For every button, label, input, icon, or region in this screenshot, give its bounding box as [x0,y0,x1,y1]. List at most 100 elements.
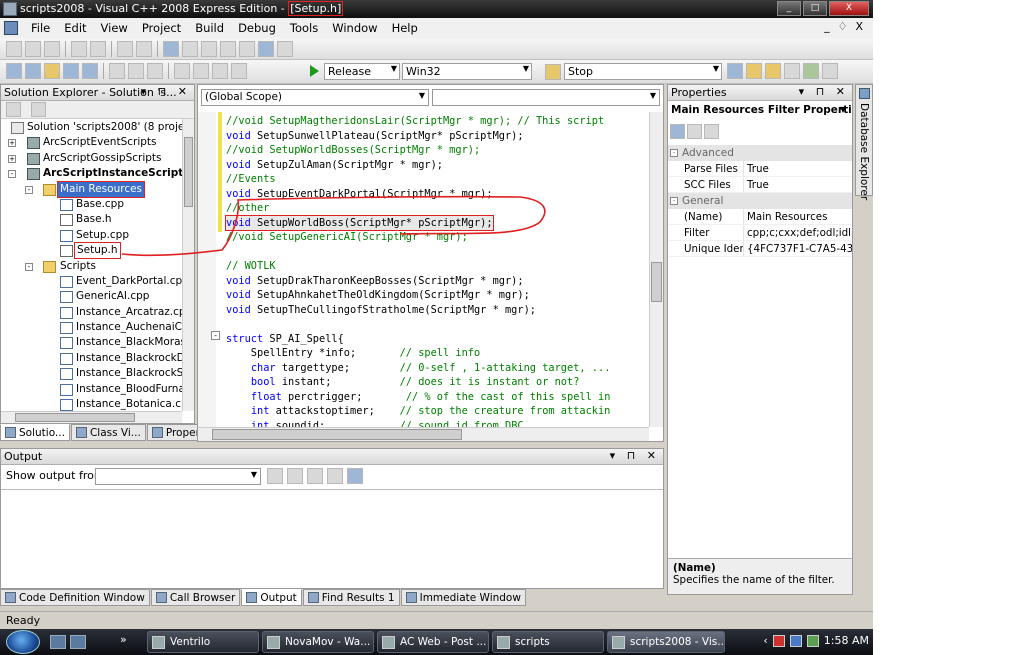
clock[interactable]: 1:58 AM [824,634,869,647]
prev-message-icon[interactable] [287,468,303,484]
tree-item-file[interactable]: Instance_Arcatraz.cpp [1,305,182,320]
properties-window-icon[interactable] [765,63,781,79]
tree-item-file[interactable]: Instance_BloodFurnace [1,382,182,397]
tree-item-file[interactable]: Instance_BlackrockDep [1,351,182,366]
property-value[interactable]: Main Resources [744,209,852,224]
property-row[interactable]: SCC Files True [668,177,852,193]
window-icon[interactable] [163,41,179,57]
bookmark-clear-icon[interactable] [258,41,274,57]
paste-icon[interactable] [147,63,163,79]
tab-solution-explorer[interactable]: Solutio... [0,424,70,441]
output-source-dropdown[interactable]: ▼ [95,468,261,485]
doc-minimize-button[interactable]: _ [824,20,830,33]
tab-code-definition[interactable]: Code Definition Window [0,589,150,606]
save-all-icon[interactable] [82,63,98,79]
scrollbar-thumb[interactable] [212,429,462,440]
code-line[interactable]: //void SetupMagtheridonsLair(ScriptMgr *… [226,114,604,129]
tree-vertical-scrollbar[interactable] [182,119,194,411]
code-line[interactable]: void SetupSunwellPlateau(ScriptMgr* pScr… [226,129,524,144]
collapse-icon[interactable]: - [211,331,220,340]
solution-configuration-combo[interactable]: Release ▼ [324,63,400,80]
antivirus-tray-icon[interactable] [772,634,785,647]
switch-windows-icon[interactable] [70,635,86,649]
comment-icon[interactable] [117,41,133,57]
scope-dropdown[interactable]: (Global Scope) ▼ [201,89,429,106]
collapse-icon[interactable]: - [25,262,33,271]
code-line[interactable]: int soundid; // sound id from DBC [226,419,524,428]
code-line[interactable]: void SetupAhnkahetTheOldKingdom(ScriptMg… [226,288,530,303]
menu-file[interactable]: File [24,21,57,35]
tab-output[interactable]: Output [241,589,302,606]
property-category[interactable]: - Advanced [668,145,852,161]
menu-tools[interactable]: Tools [283,21,325,35]
panel-controls[interactable]: ▾ ⊓ ✕ [141,85,191,98]
properties-icon[interactable] [6,102,21,117]
property-value[interactable]: True [744,177,852,192]
copy-icon[interactable] [128,63,144,79]
menu-edit[interactable]: Edit [57,21,93,35]
code-line[interactable]: bool instant; // does it is instant or n… [226,375,580,390]
tab-find-results[interactable]: Find Results 1 [302,589,400,606]
tree-item-solution[interactable]: Solution 'scripts2008' (8 projects) [1,120,182,135]
code-area[interactable]: - //void SetupMagtheridonsLair(ScriptMgr… [198,112,649,427]
maximize-button[interactable]: □ [803,1,827,16]
bookmark-next-icon[interactable] [220,41,236,57]
close-button[interactable]: X [829,1,869,16]
undo-icon[interactable] [174,63,190,79]
menu-help[interactable]: Help [385,21,425,35]
scrollbar-thumb[interactable] [651,262,662,302]
font-icon[interactable] [44,41,60,57]
tree-item-file[interactable]: Instance_Botanica.cpp [1,397,182,411]
bookmark-prev-icon[interactable] [201,41,217,57]
code-line[interactable]: //Events [226,172,276,187]
tray-expand-icon[interactable]: ‹ [763,634,767,647]
menu-project[interactable]: Project [135,21,188,35]
property-value[interactable]: {4FC737F1-C7A5-437 [744,241,852,256]
tree-item-folder[interactable]: - Main Resources [1,180,182,198]
outdent-icon[interactable] [25,41,41,57]
collapse-icon[interactable]: - [8,170,16,179]
show-desktop-icon[interactable] [50,635,66,649]
editor-horizontal-scrollbar[interactable] [198,427,649,441]
code-line[interactable]: void SetupZulAman(ScriptMgr * mgr); [226,158,443,173]
minimize-button[interactable]: _ [777,1,801,16]
find-icon[interactable] [727,63,743,79]
properties-object-selector[interactable]: Main Resources Filter Properties ▼ [671,104,852,121]
show-all-files-icon[interactable] [31,102,46,117]
property-row[interactable]: Parse Files True [668,161,852,177]
bookmark-toggle-icon[interactable] [277,41,293,57]
collapse-icon[interactable]: - [670,149,678,157]
open-folder-icon[interactable] [44,63,60,79]
taskbar-button-novamov[interactable]: NovaMov - Wa... [262,631,374,653]
code-line[interactable]: //other [226,201,269,216]
scrollbar-thumb[interactable] [15,413,135,422]
tree-item-file[interactable]: Setup.cpp [1,228,182,243]
taskbar-button-scripts[interactable]: scripts [492,631,604,653]
code-line[interactable]: int attackstoptimer; // stop the creatur… [226,404,611,419]
tree-horizontal-scrollbar[interactable] [1,411,182,423]
tab-class-view[interactable]: Class Vi... [70,424,146,441]
list-numbered-icon[interactable] [90,41,106,57]
uncomment-icon[interactable] [136,41,152,57]
find-message-icon[interactable] [267,468,283,484]
taskbar-button-scripts2008[interactable]: scripts2008 - Vis... [607,631,725,653]
tree-item-project[interactable]: - ArcScriptInstanceScripts [1,166,182,181]
tree-item-file[interactable]: GenericAI.cpp [1,289,182,304]
code-line[interactable]: float perctrigger; // % of the cast of t… [226,390,611,405]
navigate-back-icon[interactable] [212,63,228,79]
menu-view[interactable]: View [94,21,135,35]
list-icon[interactable] [71,41,87,57]
code-line[interactable]: void SetupEventDarkPortal(ScriptMgr * mg… [226,187,493,202]
code-line[interactable]: void SetupTheCullingofStratholme(ScriptM… [226,303,536,318]
next-message-icon[interactable] [307,468,323,484]
bookmark-icon[interactable] [182,41,198,57]
expand-icon[interactable]: + [8,154,16,163]
bookmark-folder-icon[interactable] [239,41,255,57]
tree-item-project[interactable]: + ArcScriptEventScripts [1,135,182,150]
start-button[interactable] [6,630,40,654]
tab-call-browser[interactable]: Call Browser [150,589,241,606]
categorized-icon[interactable] [670,124,685,139]
property-row[interactable]: Filter cpp;c;cxx;def;odl;idl; [668,225,852,241]
editor-vertical-scrollbar[interactable] [649,112,663,427]
find-in-files-icon[interactable] [545,64,561,80]
